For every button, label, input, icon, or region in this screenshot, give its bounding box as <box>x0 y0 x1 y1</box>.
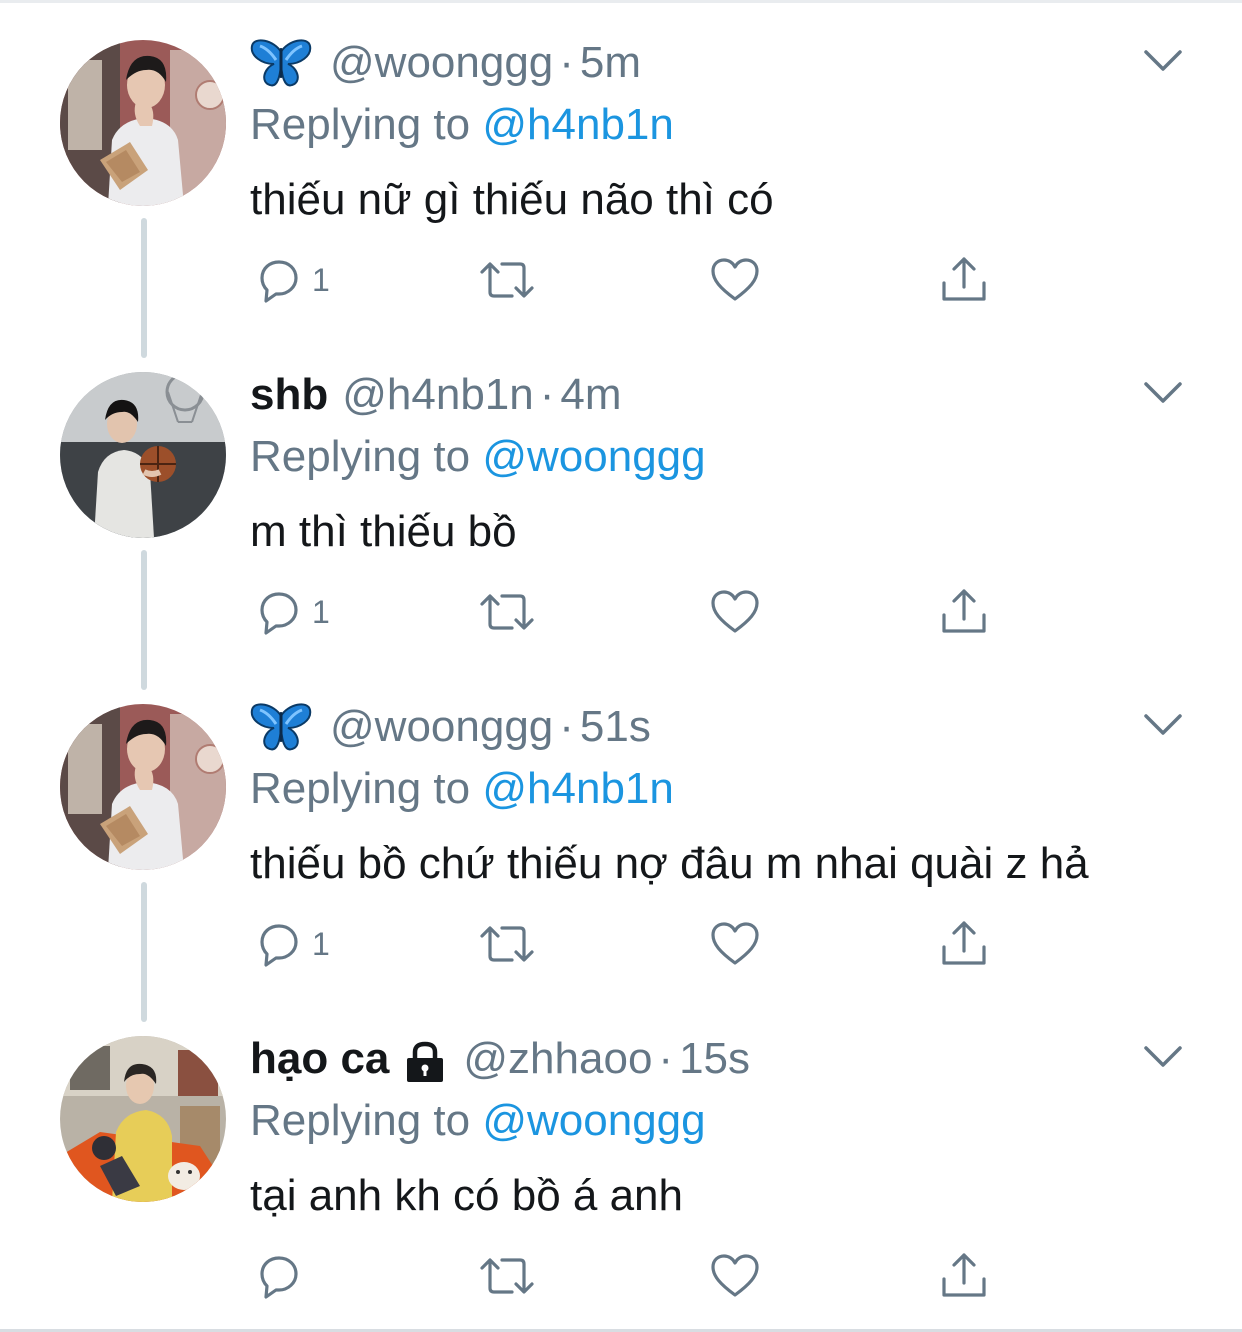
separator-dot: · <box>559 702 574 751</box>
replying-prefix: Replying to <box>250 432 483 481</box>
tweet[interactable]: @woonggg · 5m Replying to @h4nb1n thiếu nữ… <box>0 0 1242 332</box>
share-button[interactable] <box>938 252 990 308</box>
share-button[interactable] <box>938 584 990 640</box>
mention-link[interactable]: @h4nb1n <box>482 100 674 149</box>
share-icon <box>938 255 990 305</box>
chevron-down-icon[interactable] <box>1143 380 1183 406</box>
display-name[interactable]: hạo ca <box>250 1026 389 1092</box>
reply-icon <box>254 588 302 636</box>
timestamp[interactable]: 15s <box>679 1026 750 1092</box>
retweet-icon <box>478 1252 536 1300</box>
separator-dot: · <box>658 1034 674 1083</box>
share-button[interactable] <box>938 916 990 972</box>
display-name[interactable]: shb <box>250 362 328 428</box>
avatar[interactable] <box>60 40 226 206</box>
replying-to: Replying to @h4nb1n <box>250 757 674 821</box>
chevron-down-icon[interactable] <box>1143 1044 1183 1070</box>
heart-icon <box>710 588 760 636</box>
like-button[interactable] <box>710 584 760 640</box>
action-bar: 1 <box>0 886 1242 996</box>
tweet-header: @woonggg · 5m <box>250 30 641 96</box>
tweet-header: hạo ca @zhhaoo · 15s <box>250 1026 750 1092</box>
reply-count: 1 <box>312 925 330 962</box>
retweet-icon <box>478 256 536 304</box>
share-button[interactable] <box>938 1248 990 1304</box>
share-icon <box>938 919 990 969</box>
mention-link[interactable]: @woonggg <box>482 432 705 481</box>
heart-icon <box>710 256 760 304</box>
replying-prefix: Replying to <box>250 764 483 813</box>
timestamp[interactable]: 5m <box>580 30 641 96</box>
heart-icon <box>710 1252 760 1300</box>
user-handle[interactable]: @woonggg <box>330 694 553 760</box>
chevron-down-icon[interactable] <box>1143 712 1183 738</box>
share-icon <box>938 587 990 637</box>
action-bar <box>0 1218 1242 1328</box>
avatar[interactable] <box>60 1036 226 1202</box>
timestamp[interactable]: 51s <box>580 694 651 760</box>
retweet-button[interactable] <box>478 584 536 640</box>
replying-prefix: Replying to <box>250 100 483 149</box>
tweet-header: shb @h4nb1n · 4m <box>250 362 622 428</box>
user-handle[interactable]: @zhhaoo <box>463 1026 652 1092</box>
mention-link[interactable]: @woonggg <box>482 1096 705 1145</box>
user-handle[interactable]: @woonggg <box>330 30 553 96</box>
butterfly-icon <box>250 702 312 752</box>
tweet-header: @woonggg · 51s <box>250 694 651 760</box>
reply-count: 1 <box>312 593 330 630</box>
separator-dot: · <box>539 370 555 419</box>
retweet-button[interactable] <box>478 252 536 308</box>
user-handle[interactable]: @h4nb1n <box>342 362 534 428</box>
butterfly-icon <box>250 38 312 88</box>
separator-dot: · <box>559 38 574 87</box>
retweet-icon <box>478 588 536 636</box>
mention-link[interactable]: @h4nb1n <box>482 764 674 813</box>
replying-to: Replying to @woonggg <box>250 1089 706 1153</box>
like-button[interactable] <box>710 1248 760 1304</box>
replying-to: Replying to @woonggg <box>250 425 706 489</box>
action-bar: 1 <box>0 222 1242 332</box>
reply-button[interactable] <box>254 1248 312 1304</box>
tweet[interactable]: hạo ca @zhhaoo · 15s Replying to @woonggg … <box>0 996 1242 1328</box>
replying-to: Replying to @h4nb1n <box>250 93 674 157</box>
reply-icon <box>254 920 302 968</box>
avatar[interactable] <box>60 372 226 538</box>
reply-count: 1 <box>312 261 330 298</box>
retweet-button[interactable] <box>478 916 536 972</box>
replying-prefix: Replying to <box>250 1096 483 1145</box>
timestamp[interactable]: 4m <box>560 362 621 428</box>
reply-button[interactable]: 1 <box>254 916 330 972</box>
lock-icon <box>403 1037 447 1082</box>
reply-icon <box>254 1252 302 1300</box>
retweet-icon <box>478 920 536 968</box>
chevron-down-icon[interactable] <box>1143 48 1183 74</box>
reply-button[interactable]: 1 <box>254 252 330 308</box>
like-button[interactable] <box>710 916 760 972</box>
avatar[interactable] <box>60 704 226 870</box>
heart-icon <box>710 920 760 968</box>
tweet[interactable]: @woonggg · 51s Replying to @h4nb1n thiếu b… <box>0 664 1242 996</box>
reply-button[interactable]: 1 <box>254 584 330 640</box>
reply-icon <box>254 256 302 304</box>
action-bar: 1 <box>0 554 1242 664</box>
like-button[interactable] <box>710 252 760 308</box>
share-icon <box>938 1251 990 1301</box>
tweet[interactable]: shb @h4nb1n · 4m Replying to @woonggg m thì… <box>0 332 1242 664</box>
retweet-button[interactable] <box>478 1248 536 1304</box>
